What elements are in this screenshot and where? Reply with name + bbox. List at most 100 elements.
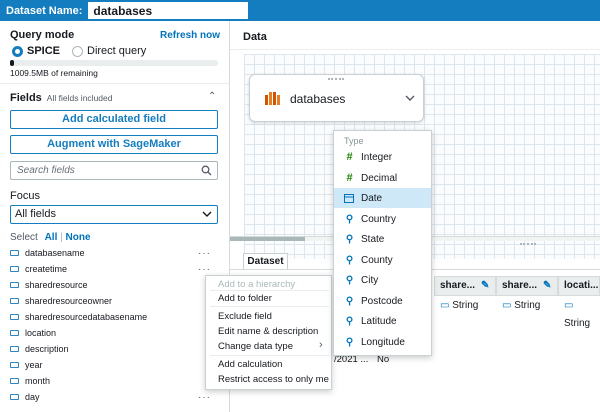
map-pin-icon: ⚲ — [345, 254, 354, 266]
type-option-label: Decimal — [361, 172, 398, 184]
radio-selected-icon — [12, 45, 23, 57]
column-header-label: share... — [440, 280, 476, 291]
type-option-date[interactable]: Date — [334, 188, 431, 208]
type-option-longitude[interactable]: ⚲ Longitude — [334, 332, 431, 352]
type-menu-header: Type — [344, 136, 364, 146]
more-options-icon[interactable]: ··· — [198, 264, 211, 275]
refresh-now-link[interactable]: Refresh now — [160, 30, 220, 41]
fields-title: Fields — [10, 92, 42, 104]
radio-direct-label: Direct query — [87, 45, 147, 57]
map-pin-icon: ⚲ — [345, 315, 354, 327]
edit-pencil-icon[interactable]: ✎ — [543, 277, 551, 295]
field-name: day — [25, 392, 40, 402]
database-icon — [265, 92, 280, 105]
field-item[interactable]: month — [10, 373, 215, 389]
type-option-city[interactable]: ⚲ City — [334, 270, 431, 290]
column-type-label: String — [514, 300, 541, 311]
dimension-icon: ▭ — [564, 300, 574, 311]
dataset-name-input[interactable] — [88, 2, 249, 19]
dimension-icon — [10, 282, 19, 288]
field-item[interactable]: createtime ··· — [10, 261, 215, 277]
fields-panel: Query mode Refresh now SPICE Direct quer… — [0, 21, 230, 412]
dataset-name-bar: Dataset Name: — [0, 0, 600, 21]
type-option-label: Date — [361, 192, 383, 204]
resize-handle-icon[interactable] — [520, 243, 536, 245]
spice-remaining-text: 1009.5MB of remaining — [10, 68, 98, 78]
select-label: Select — [10, 232, 38, 243]
field-item[interactable]: day ··· — [10, 389, 215, 405]
field-item[interactable]: sharedresourcedatabasename — [10, 309, 215, 325]
dimension-icon — [10, 250, 19, 256]
field-item[interactable]: databasename ··· — [10, 245, 215, 261]
menu-item-add-to-hierarchy: Add to a hierarchy — [218, 279, 296, 290]
field-name: description — [25, 344, 69, 354]
edit-pencil-icon[interactable]: ✎ — [481, 277, 489, 295]
dataset-node[interactable]: databases — [249, 74, 424, 122]
search-fields-input[interactable]: Search fields — [10, 161, 218, 180]
add-calculated-field-button[interactable]: Add calculated field — [10, 110, 218, 129]
type-option-postcode[interactable]: ⚲ Postcode — [334, 291, 431, 311]
collapse-chevron-icon[interactable]: ⌃ — [208, 91, 216, 102]
field-name: databasename — [25, 248, 85, 258]
menu-item-edit-name[interactable]: Edit name & description — [218, 326, 318, 337]
menu-item-change-data-type[interactable]: Change data type — [218, 341, 293, 352]
type-option-latitude[interactable]: ⚲ Latitude — [334, 311, 431, 331]
field-name: location — [25, 328, 57, 338]
type-option-county[interactable]: ⚲ County — [334, 250, 431, 270]
horizontal-scrollbar[interactable] — [230, 237, 305, 241]
field-item[interactable]: year — [10, 357, 215, 373]
map-pin-icon: ⚲ — [345, 295, 354, 307]
field-item[interactable]: location — [10, 325, 215, 341]
column-header[interactable]: share... ✎ — [434, 276, 496, 296]
column-type[interactable]: ▭ String — [559, 297, 600, 329]
column-type[interactable]: ▭ String — [497, 297, 540, 315]
hash-icon: # — [346, 172, 353, 184]
field-item[interactable]: sharedresourceowner — [10, 293, 215, 309]
search-placeholder: Search fields — [17, 165, 75, 176]
data-title: Data — [243, 31, 267, 43]
type-option-state[interactable]: ⚲ State — [334, 229, 431, 249]
tab-dataset[interactable]: Dataset — [243, 253, 288, 270]
column-type[interactable]: ▭ String — [435, 297, 478, 315]
more-options-icon[interactable]: ··· — [198, 248, 211, 259]
map-pin-icon: ⚲ — [345, 274, 354, 286]
type-option-decimal[interactable]: # Decimal — [334, 168, 431, 188]
menu-item-restrict-access[interactable]: Restrict access to only me — [218, 374, 329, 385]
type-option-integer[interactable]: # Integer — [334, 147, 431, 167]
menu-item-add-calculation[interactable]: Add calculation — [218, 359, 282, 370]
field-item[interactable]: description — [10, 341, 215, 357]
menu-item-exclude-field[interactable]: Exclude field — [218, 311, 272, 322]
map-pin-icon: ⚲ — [345, 213, 354, 225]
focus-select-value: All fields — [15, 208, 56, 220]
radio-direct-query[interactable]: Direct query — [72, 45, 146, 57]
dimension-icon — [10, 330, 19, 336]
calendar-icon — [344, 194, 354, 203]
augment-sagemaker-button[interactable]: Augment with SageMaker — [10, 135, 218, 154]
menu-item-add-to-folder[interactable]: Add to folder — [218, 293, 272, 304]
type-option-country[interactable]: ⚲ Country — [334, 209, 431, 229]
focus-select[interactable]: All fields — [10, 205, 218, 224]
fields-status: All fields included — [46, 93, 113, 103]
type-option-label: County — [361, 254, 393, 266]
chevron-down-icon[interactable] — [405, 95, 415, 102]
select-all-link[interactable]: All — [45, 232, 58, 243]
type-option-label: Longitude — [361, 336, 405, 348]
field-item[interactable]: sharedresource — [10, 277, 215, 293]
data-type-menu: Type # Integer # Decimal Date ⚲ Country ⚲ St… — [333, 130, 432, 356]
spice-capacity-bar — [10, 60, 218, 66]
spice-capacity-fill — [10, 60, 14, 66]
type-option-label: State — [361, 233, 385, 245]
map-pin-icon: ⚲ — [345, 336, 354, 348]
dataset-name-label: Dataset Name: — [6, 4, 83, 17]
dimension-icon — [10, 266, 19, 272]
hash-icon: # — [346, 151, 353, 163]
dimension-icon — [10, 378, 19, 384]
select-none-link[interactable]: None — [66, 232, 91, 243]
column-header[interactable]: share... ✎ — [496, 276, 558, 296]
more-options-icon[interactable]: ··· — [198, 392, 211, 403]
radio-spice[interactable]: SPICE — [12, 45, 60, 57]
column-type-label: String — [564, 318, 591, 329]
column-header[interactable]: locati... — [558, 276, 600, 296]
drag-handle-icon[interactable] — [328, 78, 344, 80]
select-controls: Select All | None — [10, 232, 91, 243]
